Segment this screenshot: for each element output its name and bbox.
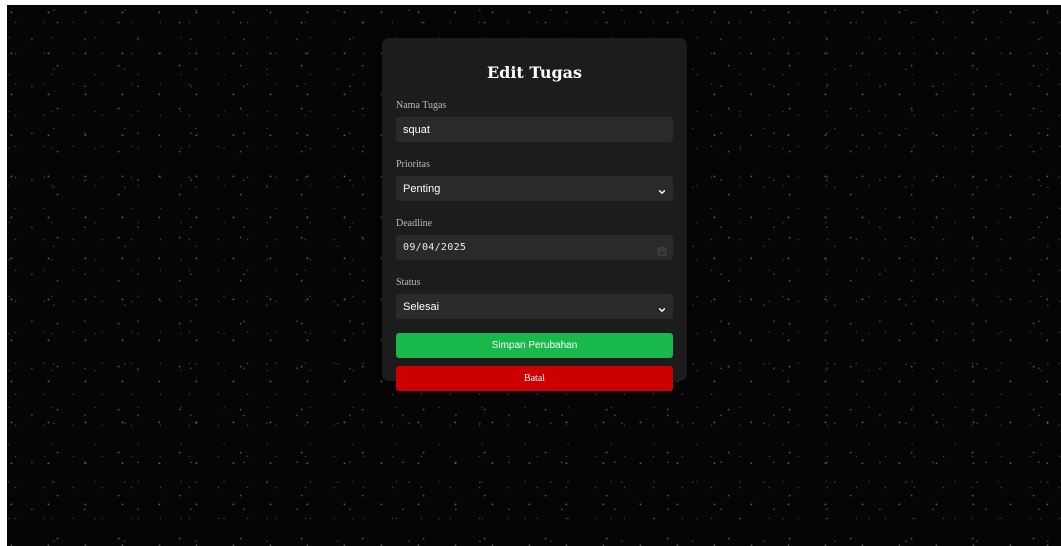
priority-selected-value: Penting [403, 182, 441, 195]
status-select[interactable]: Selesai [396, 294, 673, 319]
priority-select[interactable]: Penting [396, 176, 673, 201]
status-selected-value: Selesai [403, 300, 440, 313]
starfield-background: Edit Tugas Nama Tugas squat Prioritas Pe… [7, 5, 1061, 546]
calendar-icon[interactable] [657, 243, 667, 255]
deadline-value: 09/04/2025 [403, 242, 467, 253]
page-title: Edit Tugas [486, 63, 583, 82]
task-name-label: Nama Tugas [396, 100, 447, 111]
cancel-button[interactable]: Batal [396, 366, 673, 391]
chevron-down-icon [657, 184, 667, 194]
chevron-down-icon [657, 302, 667, 312]
edit-task-card: Edit Tugas Nama Tugas squat Prioritas Pe… [382, 38, 687, 391]
save-changes-button[interactable]: Simpan Perubahan [396, 333, 673, 358]
deadline-date-input[interactable]: 09/04/2025 [396, 235, 673, 260]
task-name-input[interactable]: squat [396, 117, 673, 142]
status-label: Status [396, 277, 421, 288]
task-name-value: squat [403, 123, 430, 136]
priority-label: Prioritas [396, 159, 430, 170]
deadline-label: Deadline [396, 218, 433, 229]
